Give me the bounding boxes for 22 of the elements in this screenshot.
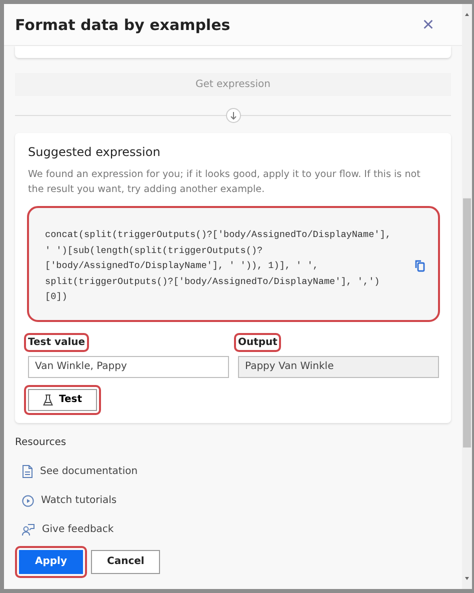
field-label: Output (238, 336, 278, 348)
cancel-button[interactable]: Cancel (91, 550, 160, 574)
input-field[interactable]: Van Winkle, Pappy (28, 356, 229, 378)
section-title: Resources (15, 436, 68, 448)
test-button[interactable]: Test (28, 388, 98, 410)
close-button[interactable]: × (422, 14, 434, 34)
flask-icon (43, 394, 53, 406)
resource-link[interactable]: Give feedback (22, 524, 114, 536)
resource-link[interactable]: Watch tutorials (22, 494, 117, 506)
field-label: Test value (28, 336, 86, 348)
apply-button[interactable]: Apply (19, 550, 84, 574)
resource-link[interactable]: See documentation (22, 464, 138, 478)
document-icon (22, 464, 33, 478)
feedback-icon (22, 524, 35, 536)
window-title: Format data by examples (15, 16, 230, 34)
scrollbar[interactable] (462, 4, 472, 589)
copy-icon[interactable] (415, 260, 425, 272)
expression-code: concat(split(triggerOutputs()?['body/AssignedTo/DisplayName'], ' ')[sub(length(split(triggerOutputs()? ['body/AssignedTo/DisplayName'], ' ')), 1)], ' ', split(triggerOutputs()?['body/AssignedTo/DisplayName'], ',') [0]) (45, 228, 392, 304)
card-title: Suggested expression (28, 145, 162, 159)
arrow-down-icon (226, 108, 240, 123)
description: We found an expression for you; if it looks good, apply it to your flow. If this is not the result you want, try adding another example. (28, 168, 422, 197)
play-icon (22, 494, 34, 506)
